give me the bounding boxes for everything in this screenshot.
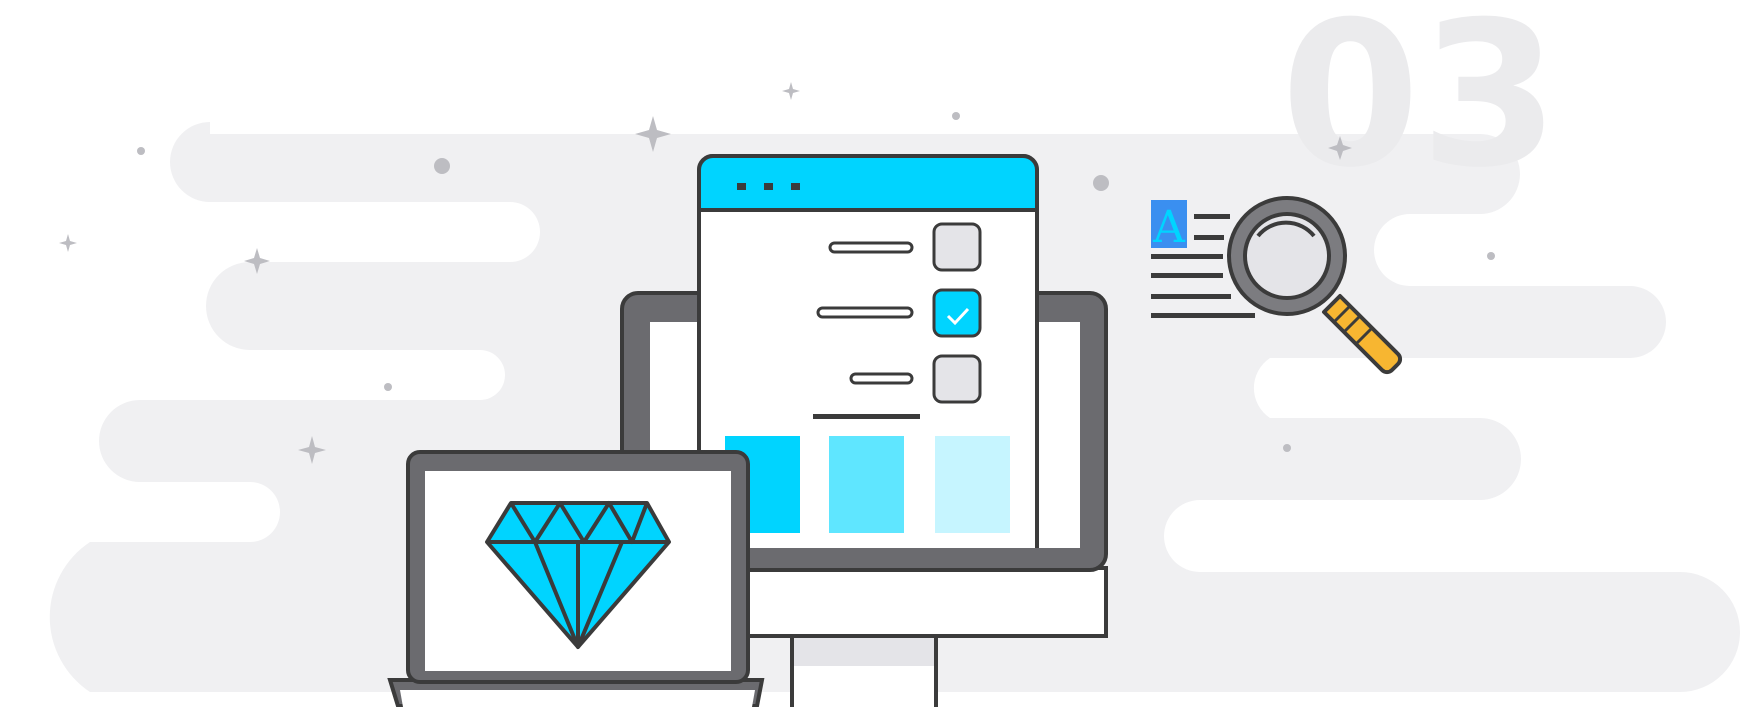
doc-letter: A — [1152, 202, 1186, 253]
dot — [137, 147, 145, 155]
window-dot — [791, 183, 800, 190]
color-block-mid — [829, 436, 904, 533]
doc-line — [1194, 235, 1224, 240]
dot — [1283, 444, 1291, 452]
doc-line — [1151, 294, 1231, 299]
illustration-stage: 03 A — [0, 0, 1755, 707]
laptop-base-front — [400, 690, 755, 707]
checkbox-checked — [932, 288, 982, 338]
dot — [384, 383, 392, 391]
text-line-pill — [849, 372, 914, 385]
dot — [1093, 175, 1109, 191]
doc-line — [1151, 313, 1255, 318]
magnifier-lens — [1243, 212, 1331, 300]
divider-line — [813, 414, 920, 419]
window-dot — [764, 183, 773, 190]
monitor-stand-shade — [794, 638, 934, 666]
sparkle-icon — [782, 82, 800, 100]
dot — [434, 158, 450, 174]
checkbox-unchecked — [932, 222, 982, 272]
doc-line — [1151, 273, 1223, 278]
color-block-light — [935, 436, 1010, 533]
sparkle-icon — [59, 234, 77, 252]
checkbox-unchecked — [932, 354, 982, 404]
dot — [1487, 252, 1495, 260]
doc-line — [1151, 254, 1223, 259]
step-number: 03 — [1281, 0, 1559, 212]
dot — [952, 112, 960, 120]
doc-line — [1194, 214, 1230, 219]
text-line-pill — [828, 241, 914, 254]
browser-title-bar — [697, 154, 1039, 212]
illustration-canvas: 03 A — [49, 0, 1740, 707]
window-dot — [737, 183, 746, 190]
text-line-pill — [816, 306, 914, 319]
